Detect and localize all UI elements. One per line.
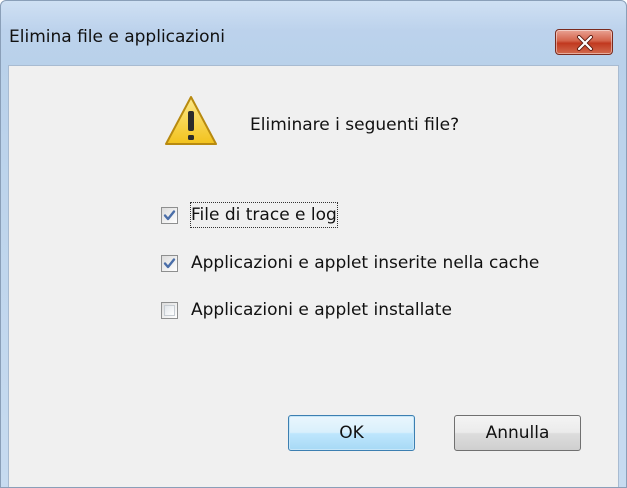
confirmation-question: Eliminare i seguenti file? [250, 115, 460, 135]
checkbox-box[interactable] [161, 207, 178, 224]
close-button[interactable] [555, 29, 613, 55]
checkbox-box[interactable] [161, 255, 178, 272]
title-bar[interactable]: Elimina file e applicazioni [1, 1, 626, 65]
checkbox-box[interactable] [161, 302, 178, 319]
checkbox-label[interactable]: Applicazioni e applet inserite nella cac… [191, 251, 539, 275]
checkmark-icon [163, 210, 176, 221]
close-icon [577, 35, 593, 51]
checkbox-label[interactable]: Applicazioni e applet installate [191, 298, 452, 322]
cancel-button[interactable]: Annulla [454, 415, 581, 451]
dialog-window: Elimina file e applicazioni Eliminare i … [0, 0, 627, 488]
checkbox-label[interactable]: File di trace e log [190, 202, 338, 228]
checkmark-icon [163, 258, 176, 269]
ok-button[interactable]: OK [288, 415, 415, 451]
checkbox-empty-inner [164, 305, 175, 316]
warning-icon [165, 96, 217, 145]
window-title: Elimina file e applicazioni [9, 27, 225, 47]
